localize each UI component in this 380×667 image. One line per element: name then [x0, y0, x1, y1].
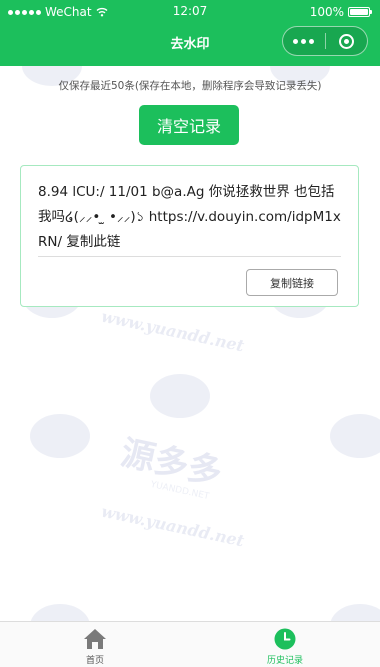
record-share-text: 8.94 lCU:/ 11/01 b@a.Ag 你说拯救世界 也包括我吗໒(⸝⸝…	[38, 184, 341, 250]
tab-bar: 首页 历史记录	[0, 621, 380, 667]
status-right: 100%	[309, 5, 372, 19]
status-bar: WeChat 12:07 100%	[0, 0, 380, 24]
svg-text:源多多: 源多多	[117, 433, 225, 493]
svg-text:www.yuandd.net: www.yuandd.net	[100, 502, 247, 551]
history-record-card: 8.94 lCU:/ 11/01 b@a.Ag 你说拯救世界 也包括我吗໒(⸝⸝…	[20, 165, 359, 307]
watermark-layer: 源多多 源多多 www.yuandd.net www.yuandd.net YU…	[0, 66, 380, 621]
clear-records-button[interactable]: 清空记录	[139, 105, 239, 145]
tab-home-label: 首页	[85, 656, 104, 666]
record-divider	[38, 256, 341, 257]
svg-text:www.yuandd.net: www.yuandd.net	[100, 307, 247, 356]
storage-notice: 仅保存最近50条(保存在本地，删除程序会导致记录丢失)	[58, 80, 322, 92]
home-icon	[84, 629, 106, 649]
tab-history-label: 历史记录	[266, 656, 303, 666]
close-miniprogram-icon[interactable]	[326, 27, 368, 55]
app-header: WeChat 12:07 100% 去水印	[0, 0, 380, 66]
watermark-logo-icon	[22, 66, 380, 621]
battery-icon	[348, 7, 372, 17]
watermark-pattern: 源多多 源多多 www.yuandd.net www.yuandd.net YU…	[22, 66, 380, 621]
tab-history[interactable]: 历史记录	[190, 622, 380, 667]
more-menu-icon[interactable]	[283, 27, 325, 55]
copy-link-button[interactable]: 复制链接	[246, 269, 338, 296]
svg-text:YUANDD.NET: YUANDD.NET	[149, 480, 211, 502]
clock-icon	[274, 628, 296, 650]
tab-home[interactable]: 首页	[0, 622, 190, 667]
miniprogram-capsule	[282, 26, 368, 56]
battery-percent: 100%	[309, 5, 344, 19]
